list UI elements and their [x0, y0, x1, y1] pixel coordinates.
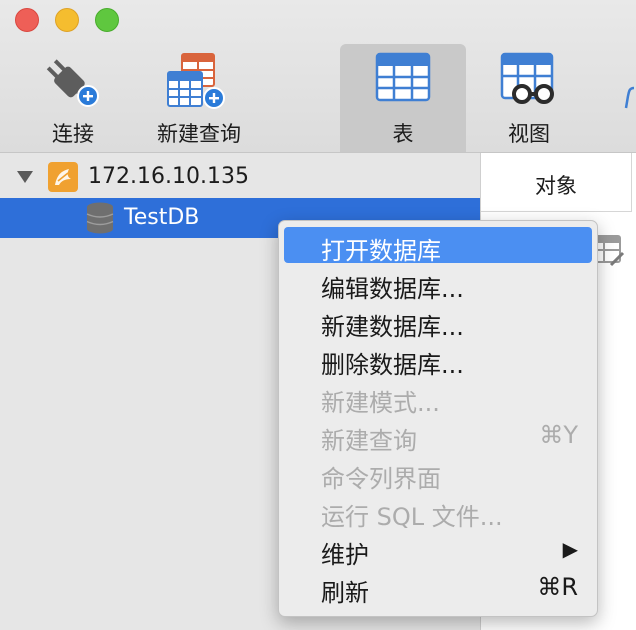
- database-icon: [86, 202, 114, 234]
- menu-item-open-database[interactable]: 打开数据库: [284, 227, 592, 265]
- menu-item-label: 命令列界面: [321, 465, 441, 493]
- new-query-label: 新建查询: [157, 122, 241, 146]
- tab-objects[interactable]: 对象: [481, 153, 632, 212]
- menu-item-new-schema: 新建模式...: [284, 379, 592, 417]
- tab-objects-label: 对象: [535, 174, 577, 198]
- menu-item-delete-database[interactable]: 删除数据库...: [284, 341, 592, 379]
- function-icon: [624, 86, 635, 109]
- zoom-window-button[interactable]: [95, 8, 119, 32]
- table-button[interactable]: 表: [340, 44, 466, 152]
- new-query-icon: [167, 53, 225, 109]
- menu-item-shortcut: ⌘Y: [539, 421, 578, 449]
- menu-item-refresh[interactable]: 刷新 ⌘R: [284, 569, 592, 607]
- view-button[interactable]: 视图: [466, 44, 592, 152]
- menu-item-edit-database[interactable]: 编辑数据库...: [284, 265, 592, 303]
- menu-item-run-sql-file: 运行 SQL 文件...: [284, 493, 592, 531]
- design-table-icon[interactable]: [595, 235, 625, 269]
- plug-add-icon: [46, 59, 99, 107]
- disclosure-triangle-expanded-icon[interactable]: [16, 170, 34, 184]
- new-query-button[interactable]: 新建查询: [136, 44, 262, 152]
- connect-button[interactable]: 连接: [10, 44, 136, 152]
- menu-item-new-query: 新建查询 ⌘Y: [284, 417, 592, 455]
- menu-item-label: 运行 SQL 文件...: [321, 503, 503, 531]
- menu-item-label: 新建查询: [321, 427, 417, 455]
- mysql-server-icon: [48, 162, 78, 192]
- table-icon: [375, 52, 431, 102]
- submenu-arrow-icon: ▶: [562, 537, 578, 561]
- menu-item-shortcut: ⌘R: [537, 573, 578, 601]
- database-label: TestDB: [124, 205, 200, 230]
- table-label: 表: [392, 122, 414, 146]
- app-window: 连接 新建查询 表 视图 172.16.10.135 TestDB 对象 打开数…: [0, 0, 636, 630]
- view-icon: [500, 52, 554, 104]
- menu-item-console: 命令列界面: [284, 455, 592, 493]
- menu-item-new-database[interactable]: 新建数据库...: [284, 303, 592, 341]
- minimize-window-button[interactable]: [55, 8, 79, 32]
- menu-item-label: 维护: [321, 541, 369, 569]
- menu-item-label: 新建数据库...: [321, 313, 464, 341]
- menu-item-label: 打开数据库: [321, 237, 441, 265]
- more-toolbar-item[interactable]: [624, 86, 636, 116]
- server-label: 172.16.10.135: [88, 164, 249, 189]
- toolbar: 连接 新建查询 表 视图: [0, 0, 636, 153]
- context-menu: 打开数据库 编辑数据库... 新建数据库... 删除数据库... 新建模式...…: [278, 220, 598, 617]
- menu-item-label: 新建模式...: [321, 389, 440, 417]
- menu-item-label: 编辑数据库...: [321, 275, 464, 303]
- connect-label: 连接: [52, 122, 94, 146]
- close-window-button[interactable]: [15, 8, 39, 32]
- menu-item-label: 刷新: [321, 579, 369, 607]
- tree-row-server[interactable]: 172.16.10.135: [0, 157, 480, 197]
- menu-item-maintain[interactable]: 维护 ▶: [284, 531, 592, 569]
- view-label: 视图: [508, 122, 550, 146]
- menu-item-label: 删除数据库...: [321, 351, 464, 379]
